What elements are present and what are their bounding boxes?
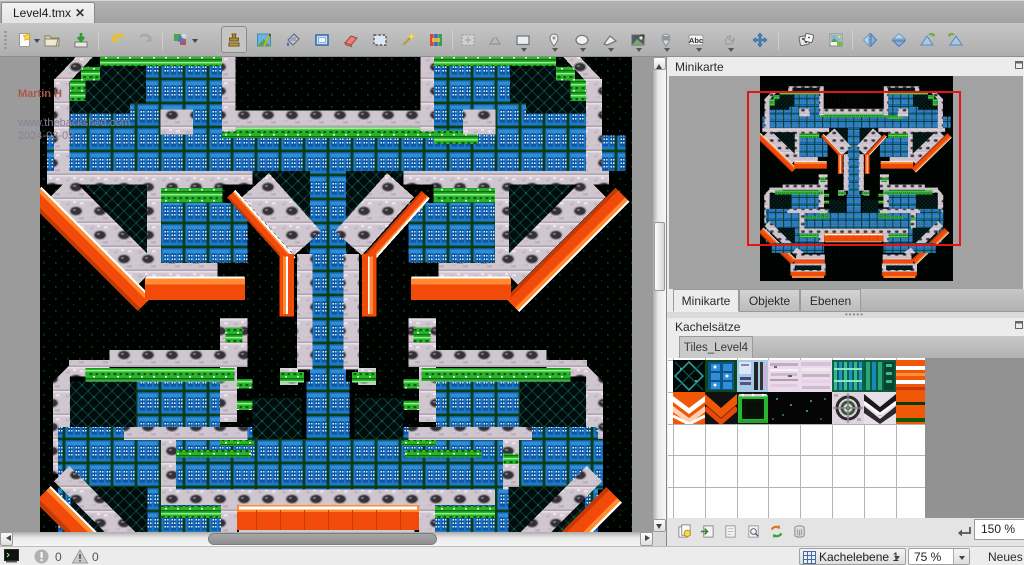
svg-text:Abc: Abc: [689, 36, 703, 45]
